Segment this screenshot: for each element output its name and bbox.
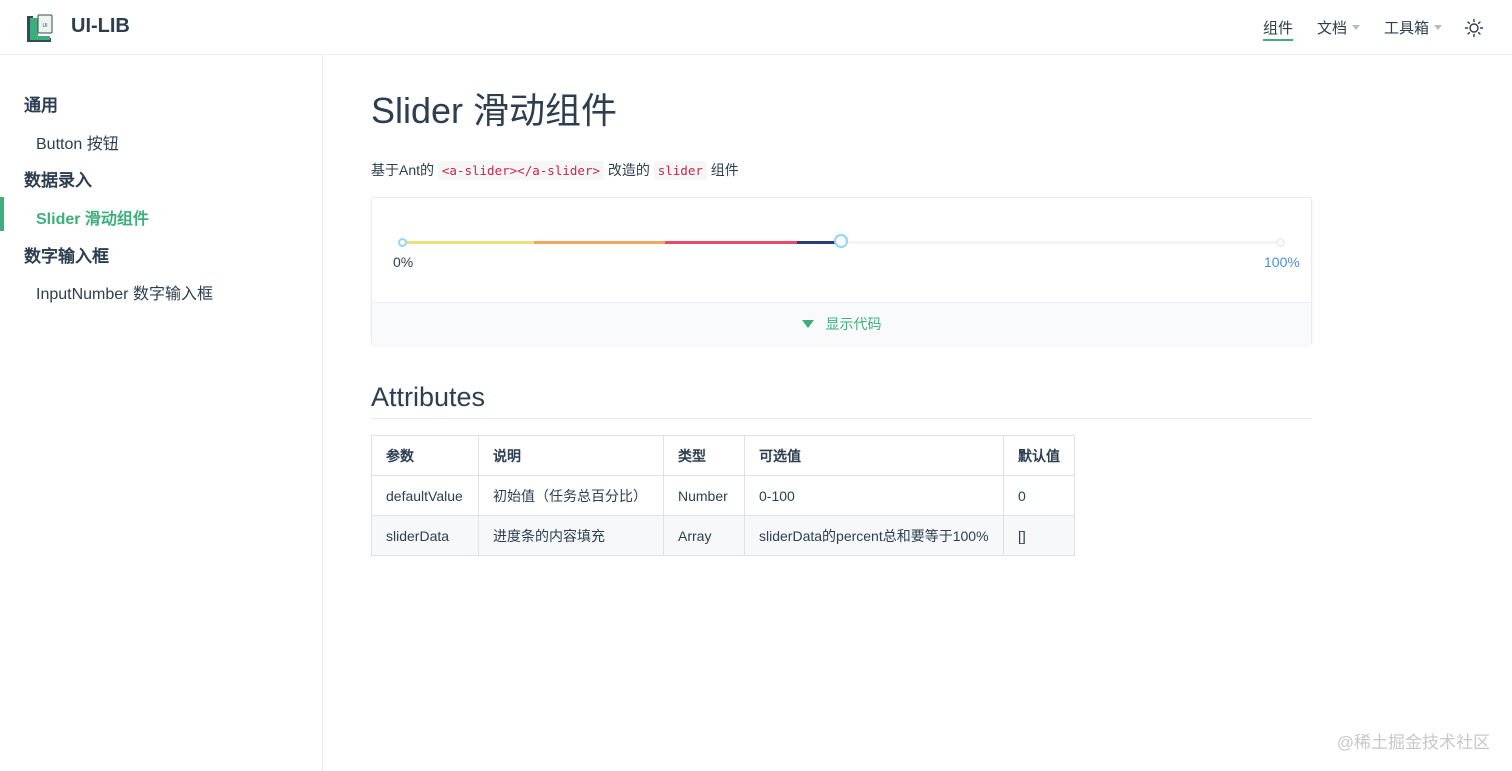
- table-header-cell: 类型: [663, 435, 745, 476]
- slider-min-label: 0%: [393, 254, 414, 270]
- nav-link-label: 组件: [1262, 20, 1293, 37]
- table-cell: sliderData的percent总和要等于100%: [744, 515, 1004, 556]
- caret-down-icon: [1434, 25, 1442, 30]
- navbar: UI UI-LIB 组件 文档 工具箱: [0, 0, 1512, 55]
- table-header-cell: 默认值: [1003, 435, 1075, 476]
- table-header-cell: 说明: [478, 435, 664, 476]
- site-name[interactable]: UI-LIB: [71, 15, 130, 38]
- desc-middle: 改造的: [603, 162, 654, 178]
- table-cell: 初始值（任务总百分比）: [478, 475, 664, 516]
- sidebar-item-slider[interactable]: Slider 滑动组件: [36, 205, 149, 229]
- desc-code-a-slider: <a-slider></a-slider>: [437, 161, 604, 180]
- table-row: defaultValue 初始值（任务总百分比） Number 0-100 0: [371, 475, 1075, 516]
- table-header-cell: 可选值: [744, 435, 1004, 476]
- table-cell: []: [1003, 515, 1075, 556]
- svg-text:UI: UI: [43, 23, 48, 29]
- slider-track-segment: [402, 241, 534, 244]
- show-code-toggle[interactable]: 显示代码: [372, 302, 1311, 345]
- nav-link-toolbox[interactable]: 工具箱: [1384, 0, 1442, 55]
- heading-divider: [371, 418, 1312, 419]
- slider-track-segment: [665, 241, 798, 244]
- table-header-row: 参数 说明 类型 可选值 默认值: [371, 435, 1075, 476]
- table-cell: Array: [663, 515, 745, 556]
- sidebar-group-general[interactable]: 通用: [24, 91, 58, 116]
- slider-handle[interactable]: [834, 234, 848, 248]
- table-cell: 0: [1003, 475, 1075, 516]
- table-row: sliderData 进度条的内容填充 Array sliderData的per…: [371, 515, 1075, 556]
- attributes-table: 参数 说明 类型 可选值 默认值 defaultValue 初始值（任务总百分比…: [371, 435, 1075, 556]
- table-cell: defaultValue: [371, 475, 479, 516]
- show-code-label: 显示代码: [825, 316, 882, 332]
- page-description: 基于Ant的 <a-slider></a-slider> 改造的 slider …: [371, 160, 739, 180]
- nav-link-label: 文档: [1316, 20, 1347, 37]
- nav-link-components[interactable]: 组件: [1262, 0, 1293, 55]
- demo-body: 0% 100%: [372, 198, 1311, 302]
- caret-down-icon: [1351, 25, 1360, 30]
- table-cell: Number: [663, 475, 745, 516]
- slider-max-label: 100%: [1264, 254, 1300, 270]
- slider-end-dot: [1276, 238, 1285, 247]
- sidebar-item-inputnumber[interactable]: InputNumber 数字输入框: [36, 280, 213, 304]
- table-cell: 0-100: [744, 475, 1004, 516]
- nav-link-label: 工具箱: [1383, 20, 1429, 37]
- desc-code-slider: slider: [653, 161, 707, 180]
- watermark: @稀土掘金技术社区: [1336, 733, 1490, 752]
- table-header-cell: 参数: [371, 435, 479, 476]
- demo-block: 0% 100% 显示代码: [371, 197, 1312, 345]
- sidebar-active-indicator: [0, 197, 4, 231]
- slider-track-segment: [533, 241, 666, 244]
- desc-prefix: 基于Ant的: [371, 162, 438, 178]
- sidebar-group-data-entry[interactable]: 数据录入: [24, 166, 92, 191]
- nav-links: 组件 文档 工具箱: [1239, 0, 1484, 55]
- attributes-heading: Attributes: [371, 382, 486, 412]
- caret-down-icon: [801, 320, 814, 328]
- sidebar-group-number-input[interactable]: 数字输入框: [24, 242, 109, 267]
- nav-link-docs[interactable]: 文档: [1317, 0, 1360, 55]
- sidebar-item-button[interactable]: Button 按钮: [36, 130, 119, 154]
- sun-icon[interactable]: [1464, 18, 1484, 38]
- desc-suffix: 组件: [706, 162, 739, 178]
- table-cell: 进度条的内容填充: [478, 515, 664, 556]
- table-cell: sliderData: [371, 515, 479, 556]
- sidebar: 通用 Button 按钮 数据录入 Slider 滑动组件 数字输入框 Inpu…: [0, 55, 323, 771]
- slider-start-dot: [398, 238, 407, 247]
- page-title: Slider 滑动组件: [371, 90, 618, 131]
- logo-icon[interactable]: UI: [24, 12, 56, 44]
